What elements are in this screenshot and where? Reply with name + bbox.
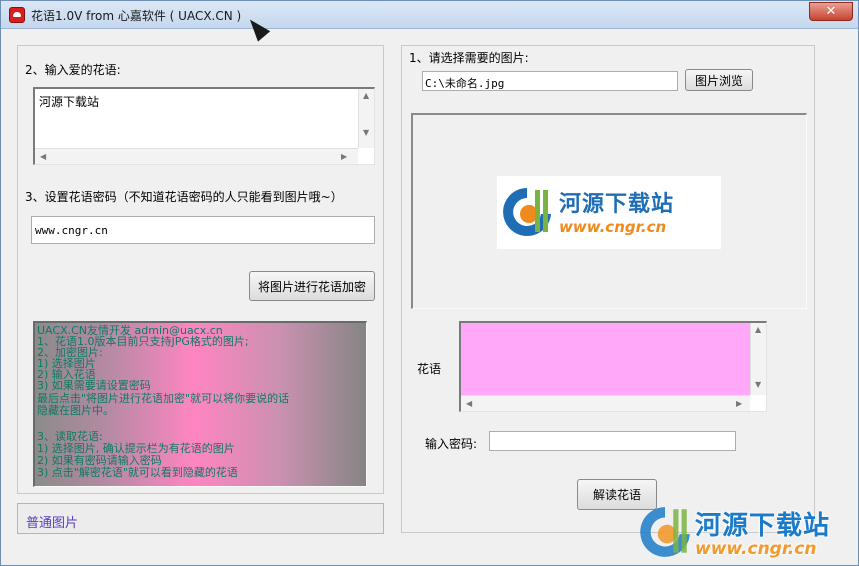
title-bar[interactable]: 花语1.0V from 心嘉软件 ( UACX.CN ) ✕ (1, 1, 858, 42)
set-password-input[interactable]: www.cngr.cn (31, 216, 375, 244)
info-line: 3、读取花语: (37, 430, 103, 443)
mouse-cursor-icon (243, 14, 271, 42)
watermark-logo-icon (640, 507, 690, 557)
encrypt-image-button[interactable]: 将图片进行花语加密 (249, 271, 375, 301)
instructions-panel: UACX.CN友情开发 admin@uacx.cn 1、花语1.0版本目前只支持… (33, 321, 367, 487)
browse-image-button[interactable]: 图片浏览 (685, 69, 753, 91)
status-bar: 普通图片 (17, 503, 384, 534)
love-text-label: 2、输入爱的花语: (25, 63, 121, 77)
scroll-left-icon[interactable]: ◀ (466, 400, 472, 408)
scroll-left-icon[interactable]: ◀ (40, 153, 46, 161)
info-line: 2) 如果有密码请输入密码 (37, 454, 162, 467)
hua-output-area[interactable] (461, 323, 750, 395)
watermark-url: www.cngr.cn (695, 539, 817, 559)
hua-output-memo[interactable]: ▲ ▼ ◀ ▶ (459, 321, 767, 412)
app-window: 花语1.0V from 心嘉软件 ( UACX.CN ) ✕ 2、输入爱的花语:… (0, 0, 859, 566)
site-watermark: 河源下载站 www.cngr.cn (637, 499, 859, 565)
set-password-value: www.cngr.cn (35, 224, 108, 237)
info-line: 3) 点击"解密花语"就可以看到隐藏的花语 (37, 466, 238, 479)
preview-logo-image: 河源下载站 www.cngr.cn (497, 176, 721, 249)
image-preview: 河源下载站 www.cngr.cn (411, 113, 807, 309)
scroll-up-icon[interactable]: ▲ (363, 92, 369, 100)
info-line: 最后点击"将图片进行花语加密"就可以将你要说的话 (37, 392, 290, 405)
status-text: 普通图片 (26, 516, 79, 531)
file-path-input[interactable]: C:\未命名.jpg (422, 71, 678, 91)
select-image-label: 1、请选择需要的图片: (409, 51, 529, 65)
file-path-value: C:\未命名.jpg (425, 77, 505, 90)
scroll-up-icon[interactable]: ▲ (755, 326, 761, 334)
info-line: 隐藏在图片中。 (37, 404, 114, 417)
love-text-vertical-scrollbar[interactable]: ▲ ▼ (358, 89, 374, 148)
password-input[interactable] (489, 431, 736, 451)
info-line: 1) 选择图片, 确认提示栏为有花语的图片 (37, 442, 235, 455)
close-icon: ✕ (825, 4, 837, 19)
hua-horizontal-scrollbar[interactable]: ◀ ▶ (461, 395, 750, 411)
preview-logo-title: 河源下载站 (559, 192, 675, 217)
hua-vertical-scrollbar[interactable]: ▲ ▼ (750, 323, 766, 395)
close-button[interactable]: ✕ (809, 2, 853, 21)
logo-icon (503, 188, 551, 236)
window-title: 花语1.0V from 心嘉软件 ( UACX.CN ) (31, 9, 242, 23)
scroll-down-icon[interactable]: ▼ (755, 381, 761, 389)
app-icon (9, 7, 25, 23)
love-text-horizontal-scrollbar[interactable]: ◀ ▶ (35, 148, 358, 164)
scroll-right-icon[interactable]: ▶ (341, 153, 347, 161)
love-text-value: 河源下载站 (39, 95, 100, 109)
scroll-down-icon[interactable]: ▼ (363, 129, 369, 137)
watermark-title: 河源下载站 (695, 511, 831, 541)
scroll-right-icon[interactable]: ▶ (736, 400, 742, 408)
password-label: 输入密码: (425, 437, 478, 451)
love-text-memo[interactable]: 河源下载站 ▲ ▼ ◀ ▶ (33, 87, 375, 165)
hua-label: 花语 (417, 362, 442, 376)
password-set-label: 3、设置花语密码（不知道花语密码的人只能看到图片哦~） (25, 190, 343, 204)
preview-logo-url: www.cngr.cn (559, 218, 667, 236)
info-line: 3) 如果需要请设置密码 (37, 379, 151, 392)
